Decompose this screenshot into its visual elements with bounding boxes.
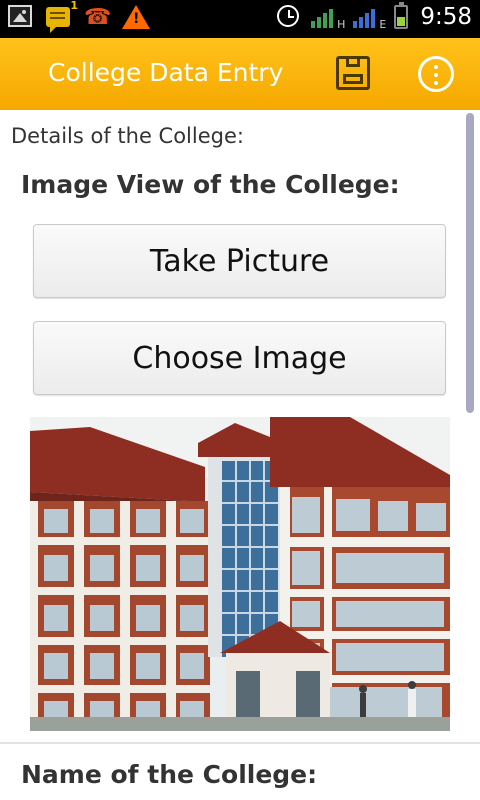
overflow-menu-icon [434,65,438,69]
alarm-icon [277,5,303,31]
scrollbar[interactable] [466,113,474,413]
action-bar: College Data Entry [0,38,480,110]
image-view-heading: Image View of the College: [21,170,400,199]
save-button[interactable] [334,54,374,94]
divider [0,742,480,744]
network-type-h: H [337,18,346,31]
college-image-view [30,417,450,731]
save-icon [336,56,370,90]
choose-image-button[interactable]: Choose Image [33,321,446,395]
section-label: Details of the College: [11,124,244,148]
message-icon: 1 [46,0,78,33]
choose-image-label: Choose Image [132,340,347,376]
network-type-e: E [379,18,387,31]
gallery-icon [8,5,34,31]
status-bar: 1 ☎ ! H E 9:58 [0,0,480,38]
college-building-image [30,417,450,731]
battery-icon [394,2,409,29]
warning-icon: ! [122,5,150,31]
app-title: College Data Entry [48,58,284,87]
status-time: 9:58 [420,4,472,30]
form-scroll-view[interactable]: Details of the College: Image View of th… [0,110,480,800]
take-picture-button[interactable]: Take Picture [33,224,446,298]
overflow-menu-button[interactable] [418,56,454,92]
missed-call-icon: ☎ [84,5,112,30]
signal-e-icon [353,6,376,28]
message-count: 1 [70,0,78,12]
signal-h-icon [311,6,334,28]
take-picture-label: Take Picture [149,243,330,279]
college-name-heading: Name of the College: [21,760,318,789]
